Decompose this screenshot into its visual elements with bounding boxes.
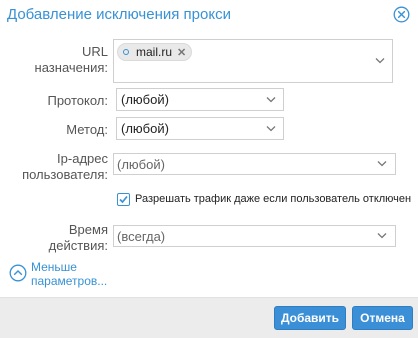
- url-label-line2: назначения:: [34, 60, 108, 75]
- user-ip-label: Ip-адрес пользователя:: [2, 151, 108, 183]
- tag-dot-icon: [123, 49, 129, 55]
- user-ip-value: (любой): [117, 157, 165, 172]
- chevron-down-icon[interactable]: [375, 57, 385, 64]
- allow-traffic-label[interactable]: Разрешать трафик даже если пользователь …: [135, 193, 411, 205]
- time-label-line2: действия:: [48, 238, 108, 253]
- checkmark-icon: [119, 195, 128, 204]
- user-ip-label-line1: Ip-адрес: [57, 151, 108, 166]
- chevron-down-icon[interactable]: [377, 160, 387, 167]
- url-tag-label: mail.ru: [136, 45, 173, 59]
- method-label: Метод:: [66, 122, 108, 137]
- user-ip-select[interactable]: (любой): [113, 153, 396, 175]
- chevron-up-circle-icon: [9, 264, 27, 282]
- url-tag-field[interactable]: mail.ru ✕: [113, 39, 393, 83]
- less-params-label: Меньше параметров...: [31, 260, 107, 288]
- user-ip-label-line2: пользователя:: [22, 167, 108, 182]
- protocol-value: (любой): [121, 92, 169, 107]
- less-params-line1: Меньше: [31, 260, 77, 274]
- dialog-footer: Добавить Отмена: [0, 297, 418, 338]
- time-label: Время действия:: [2, 222, 108, 254]
- time-label-line1: Время: [68, 222, 108, 237]
- allow-traffic-checkbox[interactable]: [117, 193, 130, 206]
- less-params-line2: параметров...: [31, 274, 108, 288]
- method-select[interactable]: (любой): [116, 117, 284, 140]
- time-select[interactable]: (всегда): [113, 225, 396, 247]
- add-button[interactable]: Добавить: [274, 306, 346, 330]
- method-value: (любой): [121, 121, 169, 136]
- url-tag: mail.ru ✕: [117, 43, 193, 61]
- url-label-line1: URL: [81, 44, 108, 59]
- protocol-label: Протокол:: [47, 93, 108, 108]
- dialog-title: Добавление исключения прокси: [7, 6, 231, 23]
- protocol-select[interactable]: (любой): [116, 88, 284, 111]
- chevron-down-icon[interactable]: [266, 125, 276, 132]
- remove-tag-icon[interactable]: ✕: [177, 46, 186, 59]
- url-label: URL назначения:: [2, 44, 108, 76]
- chevron-down-icon[interactable]: [377, 232, 387, 239]
- dialog-titlebar: Добавление исключения прокси: [0, 0, 418, 30]
- cancel-button[interactable]: Отмена: [352, 306, 413, 330]
- time-value: (всегда): [117, 229, 166, 244]
- close-icon[interactable]: [393, 6, 410, 23]
- chevron-down-icon[interactable]: [266, 96, 276, 103]
